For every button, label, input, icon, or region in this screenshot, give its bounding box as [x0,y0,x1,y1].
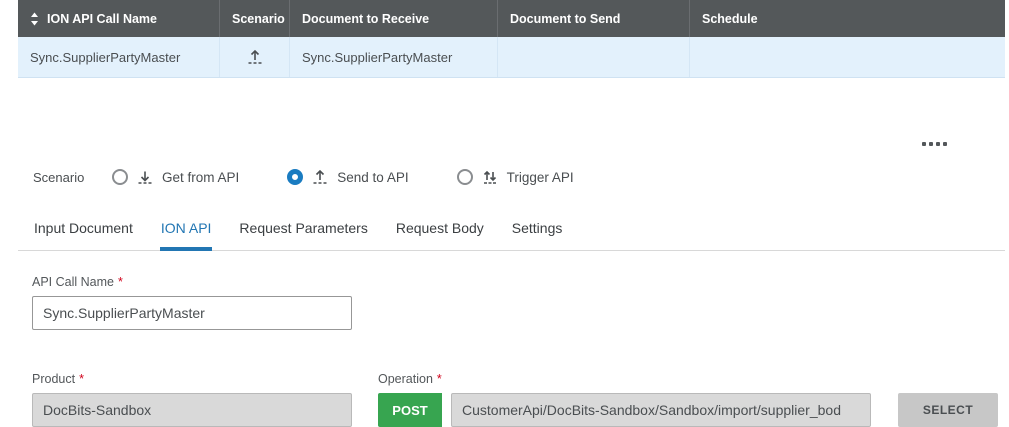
get-from-api-icon [136,168,154,186]
column-header-scenario[interactable]: Scenario [220,0,290,37]
cell-schedule [690,37,1005,77]
operation-label: Operation * [378,372,998,386]
dot-icon [936,142,940,146]
dot-icon [922,142,926,146]
tab-settings[interactable]: Settings [511,212,564,251]
column-header-schedule[interactable]: Schedule [690,0,1005,37]
select-button[interactable]: SELECT [898,393,998,427]
ion-api-form: API Call Name * Product * Operation * POST … [0,275,1009,427]
column-label: Document to Receive [302,12,429,26]
api-call-name-input[interactable] [32,296,352,330]
scenario-label: Scenario [33,170,112,185]
operation-path-input[interactable] [451,393,871,427]
trigger-api-icon [481,168,499,186]
operation-field: Operation * POST SELECT [378,348,998,427]
radio-option-trigger-api[interactable]: Trigger API [457,168,574,186]
cell-api-call-name: Sync.SupplierPartyMaster [18,37,220,77]
label-text: API Call Name [32,275,114,289]
table-row[interactable]: Sync.SupplierPartyMaster Sync.SupplierPa… [18,37,1005,78]
product-operation-row: Product * Operation * POST SELECT [32,348,1009,427]
cell-document-to-receive: Sync.SupplierPartyMaster [290,37,498,77]
operation-controls: POST SELECT [378,393,998,427]
send-to-api-icon [311,168,329,186]
api-call-name-value: Sync.SupplierPartyMaster [30,50,180,65]
dot-icon [929,142,933,146]
product-input[interactable] [32,393,352,427]
radio-label: Trigger API [507,170,574,185]
column-header-document-to-receive[interactable]: Document to Receive [290,0,498,37]
required-marker: * [437,372,442,386]
radio-label: Send to API [337,170,408,185]
radio-button-selected[interactable] [287,169,303,185]
send-to-api-icon [246,48,264,66]
radio-option-send-to-api[interactable]: Send to API [287,168,408,186]
api-call-name-label: API Call Name * [32,275,1009,289]
http-method-badge: POST [378,393,442,427]
tab-input-document[interactable]: Input Document [33,212,134,251]
dot-icon [943,142,947,146]
required-marker: * [79,372,84,386]
cell-scenario [220,37,290,77]
column-label: ION API Call Name [47,12,157,26]
column-label: Scenario [232,12,285,26]
radio-option-get-from-api[interactable]: Get from API [112,168,239,186]
label-text: Operation [378,372,433,386]
product-field: Product * [32,348,352,427]
api-calls-table: ION API Call Name Scenario Document to R… [18,0,1005,78]
column-label: Document to Send [510,12,620,26]
sort-icon[interactable] [30,12,39,26]
column-header-ion-api-call-name[interactable]: ION API Call Name [18,0,220,37]
scenario-radio-group: Scenario Get from API Send [33,168,1009,186]
document-to-receive-value: Sync.SupplierPartyMaster [302,50,452,65]
column-label: Schedule [702,12,758,26]
tab-request-body[interactable]: Request Body [395,212,485,251]
table-header-row: ION API Call Name Scenario Document to R… [18,0,1005,37]
required-marker: * [118,275,123,289]
ion-api-configuration-page: ION API Call Name Scenario Document to R… [0,0,1009,427]
product-label: Product * [32,372,352,386]
radio-button[interactable] [457,169,473,185]
radio-button[interactable] [112,169,128,185]
radio-label: Get from API [162,170,239,185]
tab-request-parameters[interactable]: Request Parameters [238,212,368,251]
tab-bar: Input Document ION API Request Parameter… [18,212,1005,251]
more-options-handle[interactable] [922,142,947,146]
label-text: Product [32,372,75,386]
api-call-name-field: API Call Name * [32,275,1009,330]
cell-document-to-send [498,37,690,77]
column-header-document-to-send[interactable]: Document to Send [498,0,690,37]
tab-ion-api[interactable]: ION API [160,212,213,251]
